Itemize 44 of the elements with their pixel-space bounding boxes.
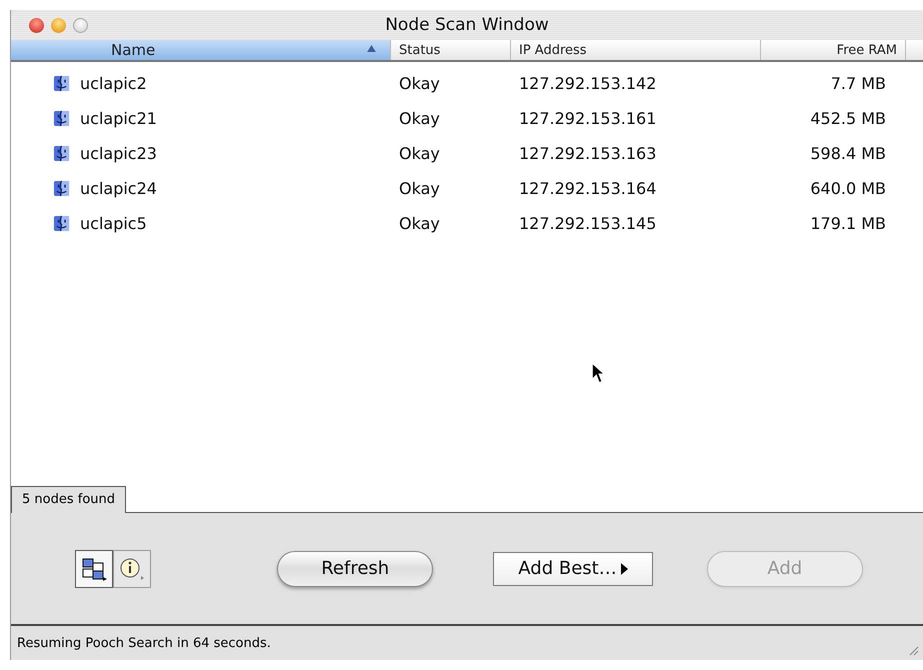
sort-arrow-icon <box>367 45 376 52</box>
node-list-icon <box>81 556 107 580</box>
refresh-button[interactable]: Refresh <box>277 550 434 586</box>
resize-grip-icon[interactable] <box>907 644 919 656</box>
finder-face-icon <box>53 180 70 197</box>
ip-address-cell: 127.292.153.145 <box>519 214 656 233</box>
node-name: uclapic5 <box>80 214 147 233</box>
column-header[interactable]: IP Address <box>511 40 761 60</box>
zoom-button[interactable] <box>73 18 88 32</box>
free-ram-cell: 640.0 MB <box>810 179 886 198</box>
free-ram-cell: 452.5 MB <box>810 109 886 128</box>
node-name: uclapic2 <box>80 74 147 93</box>
ip-address-cell: 127.292.153.163 <box>519 144 656 163</box>
mouse-pointer-icon <box>591 362 605 385</box>
free-ram-cell: 7.7 MB <box>830 74 886 93</box>
status-cell: Okay <box>399 179 440 198</box>
node-name: uclapic23 <box>80 144 157 163</box>
node-count-label: 5 nodes found <box>11 486 126 513</box>
info-icon <box>119 556 145 580</box>
status-message: Resuming Pooch Search in 64 seconds. <box>17 636 271 650</box>
ip-address-cell: 127.292.153.161 <box>519 109 656 128</box>
free-ram-cell: 179.1 MB <box>810 214 886 233</box>
node-name: uclapic21 <box>80 109 157 128</box>
info-button[interactable] <box>113 550 151 588</box>
free-ram-cell: 598.4 MB <box>810 144 886 163</box>
add-best-popup-button[interactable]: Add Best… <box>493 552 653 586</box>
finder-face-icon <box>53 215 70 232</box>
window-title: Node Scan Window <box>385 15 549 35</box>
column-header[interactable]: Name <box>11 40 391 60</box>
column-header[interactable]: Status <box>391 40 511 60</box>
node-view-button[interactable] <box>75 550 113 588</box>
status-cell: Okay <box>399 109 440 128</box>
popup-arrow-icon <box>620 562 628 574</box>
ip-address-cell: 127.292.153.164 <box>519 179 656 198</box>
column-header[interactable]: Free RAM <box>761 40 906 60</box>
status-cell: Okay <box>399 144 440 163</box>
finder-face-icon <box>53 145 70 162</box>
close-button[interactable] <box>29 18 44 32</box>
status-cell: Okay <box>399 214 440 233</box>
node-name: uclapic24 <box>80 179 157 198</box>
status-cell: Okay <box>399 74 440 93</box>
ip-address-cell: 127.292.153.142 <box>519 74 656 93</box>
finder-face-icon <box>53 75 70 92</box>
finder-face-icon <box>53 110 70 127</box>
